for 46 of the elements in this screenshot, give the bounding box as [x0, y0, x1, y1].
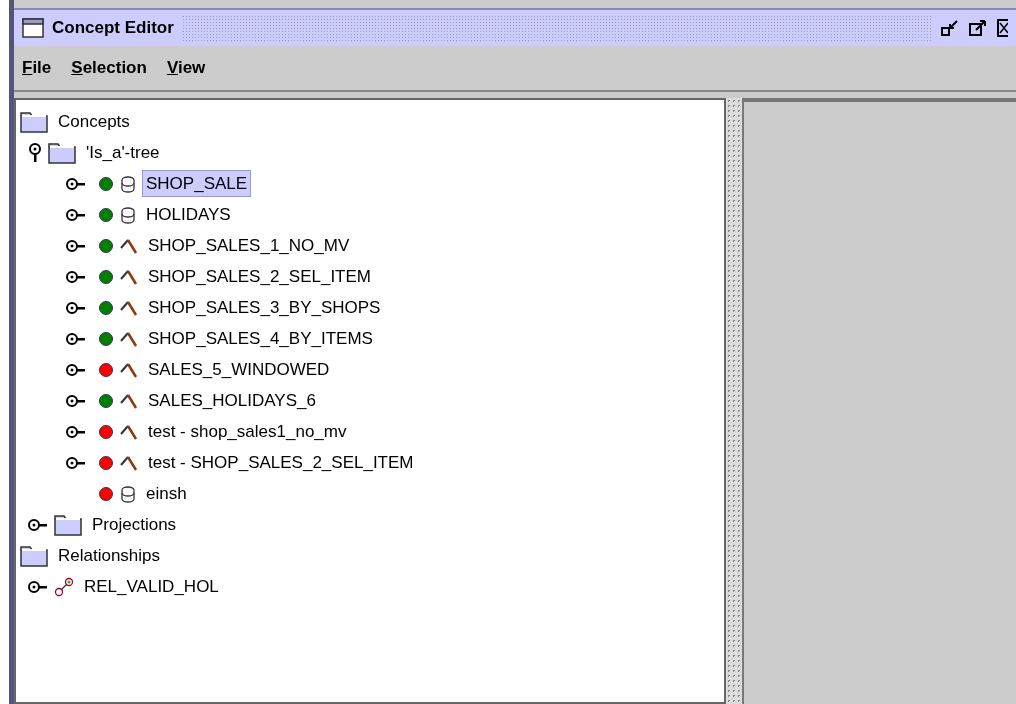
collapsed-handle-icon[interactable] [66, 269, 86, 284]
tree-item[interactable]: Projections [88, 510, 181, 539]
tree-item[interactable]: SALES_HOLIDAYS_6 [144, 386, 320, 415]
folder-icon [20, 544, 48, 567]
menu-item[interactable]: Selection [69, 55, 149, 81]
folder-icon [20, 110, 48, 133]
tree-item[interactable]: SHOP_SALES_3_BY_SHOPS [144, 293, 385, 322]
splitter[interactable] [726, 98, 744, 704]
menu-item[interactable]: View [164, 55, 208, 81]
tree-item[interactable]: 'Is_a'-tree [82, 138, 164, 167]
tree-item[interactable]: HOLIDAYS [142, 200, 235, 229]
tree-item[interactable]: einsh [142, 479, 191, 508]
close-icon[interactable] [996, 18, 1008, 38]
tree-item[interactable]: SHOP_SALES_2_SEL_ITEM [144, 262, 375, 291]
link-icon [54, 576, 74, 597]
collapsed-handle-icon[interactable] [66, 424, 86, 439]
window-icon [22, 18, 44, 38]
tree-item[interactable]: SHOP_SALES_1_NO_MV [144, 231, 354, 260]
folder-icon [54, 513, 82, 536]
collapsed-handle-icon[interactable] [66, 300, 86, 315]
collapsed-handle-icon[interactable] [66, 238, 86, 253]
tree-item[interactable]: Concepts [54, 107, 134, 136]
minimize-icon[interactable] [940, 18, 960, 38]
collapsed-handle-icon[interactable] [66, 176, 86, 191]
tree-item[interactable]: SHOP_SALE [142, 169, 252, 198]
collapsed-handle-icon[interactable] [28, 579, 48, 594]
tree-item[interactable]: SHOP_SALES_4_BY_ITEMS [144, 324, 377, 353]
tree-item[interactable]: REL_VALID_HOL [80, 572, 223, 601]
expanded-handle-icon[interactable] [28, 142, 42, 163]
maximize-icon[interactable] [968, 18, 988, 38]
menu-item[interactable]: File [20, 55, 54, 81]
collapsed-handle-icon[interactable] [66, 362, 86, 377]
tree-item[interactable]: SALES_5_WINDOWED [144, 355, 334, 384]
collapsed-handle-icon[interactable] [28, 517, 48, 532]
cylinder-icon [120, 205, 136, 224]
tree-item[interactable]: Relationships [54, 541, 165, 570]
collapsed-handle-icon[interactable] [66, 393, 86, 408]
cylinder-icon [120, 484, 136, 503]
window-title: Concept Editor [52, 17, 174, 40]
cylinder-icon [120, 174, 136, 193]
collapsed-handle-icon[interactable] [66, 207, 86, 222]
collapsed-handle-icon[interactable] [66, 455, 86, 470]
collapsed-handle-icon[interactable] [66, 331, 86, 346]
tree-item[interactable]: test - SHOP_SALES_2_SEL_ITEM [144, 448, 418, 477]
folder-icon [48, 141, 76, 164]
tree-item[interactable]: test - shop_sales1_no_mv [144, 417, 351, 446]
